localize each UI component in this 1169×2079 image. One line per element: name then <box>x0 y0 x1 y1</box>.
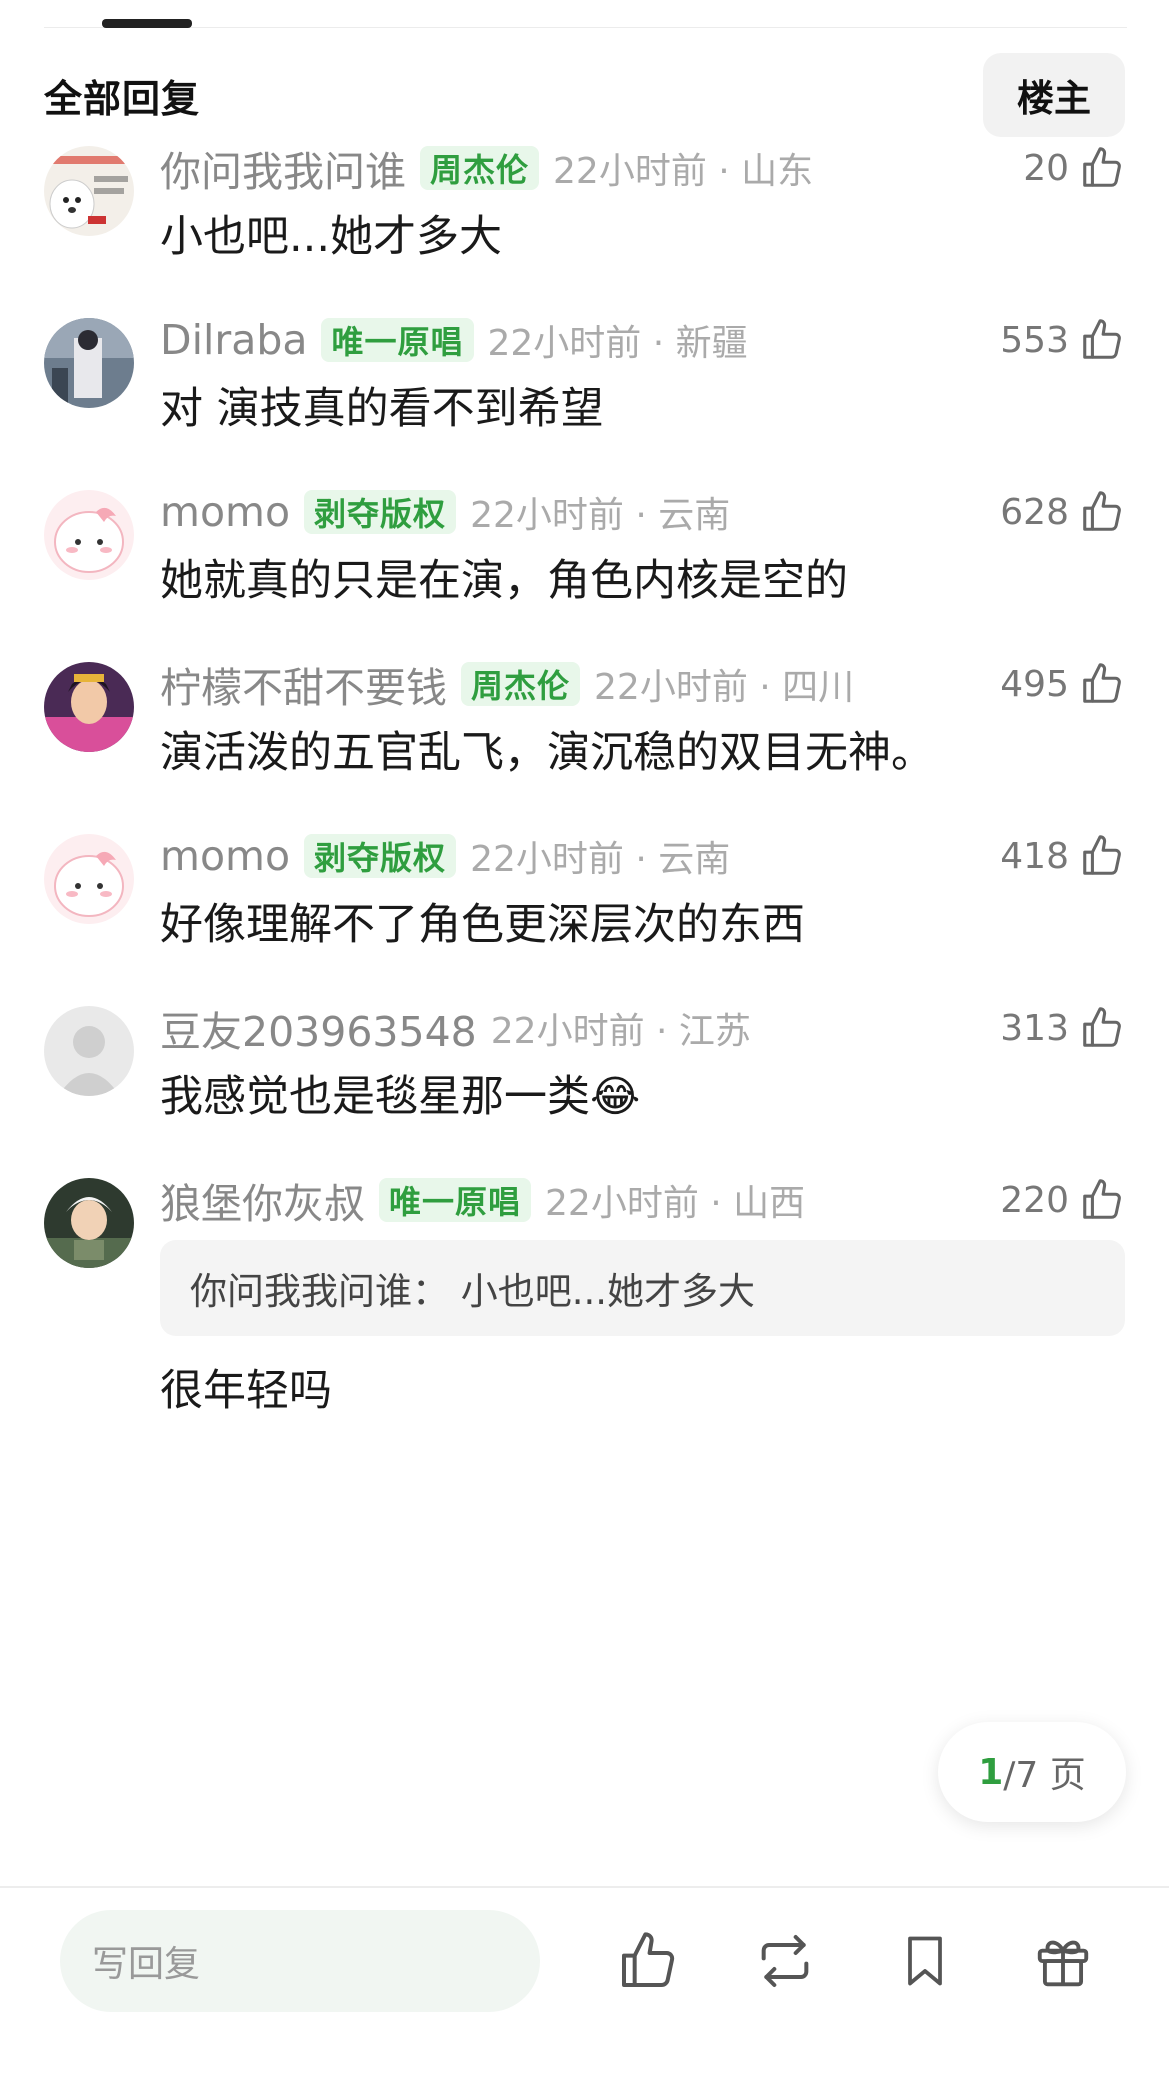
reply-header: 全部回复 楼主 <box>44 52 1125 138</box>
thumbs-up-icon[interactable] <box>1079 489 1125 535</box>
quoted-comment[interactable]: 你问我我问谁： 小也吧...她才多大 <box>160 1240 1125 1336</box>
like-control[interactable]: 495 <box>1000 654 1125 714</box>
comment-item: momo 剥夺版权 22小时前 · 云南 628 她就真的只是在演，角色内核是空… <box>44 482 1125 632</box>
like-control[interactable]: 220 <box>1000 1170 1125 1230</box>
fan-badge: 唯一原唱 <box>379 1178 532 1222</box>
like-count: 553 <box>1000 319 1069 361</box>
thumbs-up-icon[interactable] <box>1079 317 1125 363</box>
comment-meta: momo 剥夺版权 22小时前 · 云南 <box>160 826 730 886</box>
thumbs-up-icon[interactable] <box>1079 145 1125 191</box>
comment-meta: 豆友203963548 22小时前 · 江苏 <box>160 998 751 1058</box>
username[interactable]: Dilraba <box>160 316 307 364</box>
comment-item: 你问我我问谁 周杰伦 22小时前 · 山东 20 小也吧...她才多大 <box>44 138 1125 288</box>
comment-meta: 狼堡你灰叔 唯一原唱 22小时前 · 山西 <box>160 1170 805 1230</box>
fan-badge: 剥夺版权 <box>304 834 457 878</box>
avatar[interactable] <box>44 834 134 924</box>
timestamp-location: 22小时前 · 新疆 <box>487 323 748 364</box>
comment-text: 我感觉也是毯星那一类😂 <box>160 1072 641 1122</box>
comment-text: 小也吧...她才多大 <box>160 212 503 262</box>
timestamp-location: 22小时前 · 山东 <box>553 151 814 192</box>
thumbs-up-icon[interactable] <box>1079 1005 1125 1051</box>
like-control[interactable]: 313 <box>1000 998 1125 1058</box>
owner-filter-button[interactable]: 楼主 <box>983 53 1125 137</box>
like-button[interactable] <box>611 1924 685 1998</box>
reply-input[interactable]: 写回复 <box>60 1910 540 2012</box>
page-total: /7 页 <box>1003 1755 1086 1796</box>
fan-badge: 周杰伦 <box>461 662 581 706</box>
bottom-divider <box>0 1886 1169 1888</box>
timestamp-location: 22小时前 · 江苏 <box>490 1011 751 1052</box>
gift-icon[interactable] <box>1032 1929 1094 1993</box>
like-count: 495 <box>1000 663 1069 705</box>
fan-badge: 剥夺版权 <box>304 490 457 534</box>
bookmark-icon[interactable] <box>895 1929 955 1993</box>
avatar[interactable] <box>44 1006 134 1096</box>
page-title: 全部回复 <box>44 76 201 121</box>
current-page: 1 <box>978 1751 1004 1793</box>
avatar[interactable] <box>44 318 134 408</box>
fan-badge: 唯一原唱 <box>321 318 474 362</box>
avatar[interactable] <box>44 490 134 580</box>
username[interactable]: momo <box>160 832 290 880</box>
comment-item: momo 剥夺版权 22小时前 · 云南 418 好像理解不了角色更深层次的东西 <box>44 826 1125 976</box>
username[interactable]: 豆友203963548 <box>160 998 477 1058</box>
fan-badge: 周杰伦 <box>420 146 540 190</box>
like-count: 313 <box>1000 1007 1069 1049</box>
like-control[interactable]: 418 <box>1000 826 1125 886</box>
username[interactable]: momo <box>160 488 290 536</box>
like-control[interactable]: 628 <box>1000 482 1125 542</box>
comment-meta: Dilraba 唯一原唱 22小时前 · 新疆 <box>160 310 748 370</box>
username[interactable]: 狼堡你灰叔 <box>160 1170 365 1230</box>
timestamp-location: 22小时前 · 山西 <box>545 1183 806 1224</box>
username[interactable]: 柠檬不甜不要钱 <box>160 654 447 714</box>
page-indicator[interactable]: 1 /7 页 <box>938 1722 1126 1822</box>
comment-meta: 你问我我问谁 周杰伦 22小时前 · 山东 <box>160 138 813 198</box>
timestamp-location: 22小时前 · 云南 <box>470 839 731 880</box>
comment-meta: 柠檬不甜不要钱 周杰伦 22小时前 · 四川 <box>160 654 854 714</box>
thumbs-up-icon[interactable] <box>616 1929 680 1993</box>
like-count: 628 <box>1000 491 1069 533</box>
comment-item: 柠檬不甜不要钱 周杰伦 22小时前 · 四川 495 演活泼的五官乱飞，演沉稳的… <box>44 654 1125 804</box>
comment-item: 狼堡你灰叔 唯一原唱 22小时前 · 山西 220 你问我我问谁： 小也吧...… <box>44 1170 1125 1450</box>
username[interactable]: 你问我我问谁 <box>160 138 406 198</box>
comment-text: 演活泼的五官乱飞，演沉稳的双目无神。 <box>160 728 934 778</box>
comment-meta: momo 剥夺版权 22小时前 · 云南 <box>160 482 730 542</box>
bookmark-button[interactable] <box>888 1924 962 1998</box>
avatar[interactable] <box>44 1178 134 1268</box>
comment-text: 很年轻吗 <box>160 1366 332 1416</box>
thumbs-up-icon[interactable] <box>1079 833 1125 879</box>
thumbs-up-icon[interactable] <box>1079 661 1125 707</box>
comment-text: 对 演技真的看不到希望 <box>160 384 604 434</box>
like-count: 20 <box>1023 147 1069 189</box>
timestamp-location: 22小时前 · 四川 <box>594 667 855 708</box>
tab-indicator <box>102 19 192 28</box>
like-count: 220 <box>1000 1179 1069 1221</box>
like-control[interactable]: 20 <box>1023 138 1125 198</box>
repost-button[interactable] <box>748 1924 822 1998</box>
comment-item: 豆友203963548 22小时前 · 江苏 313 我感觉也是毯星那一类😂 <box>44 998 1125 1148</box>
comment-text: 好像理解不了角色更深层次的东西 <box>160 900 805 950</box>
gift-button[interactable] <box>1026 1924 1100 1998</box>
avatar[interactable] <box>44 662 134 752</box>
repost-icon[interactable] <box>751 1929 819 1993</box>
comment-text: 她就真的只是在演，角色内核是空的 <box>160 556 848 606</box>
like-count: 418 <box>1000 835 1069 877</box>
thumbs-up-icon[interactable] <box>1079 1177 1125 1223</box>
comment-item: Dilraba 唯一原唱 22小时前 · 新疆 553 对 演技真的看不到希望 <box>44 310 1125 460</box>
timestamp-location: 22小时前 · 云南 <box>470 495 731 536</box>
avatar[interactable] <box>44 146 134 236</box>
top-divider <box>44 27 1127 28</box>
like-control[interactable]: 553 <box>1000 310 1125 370</box>
